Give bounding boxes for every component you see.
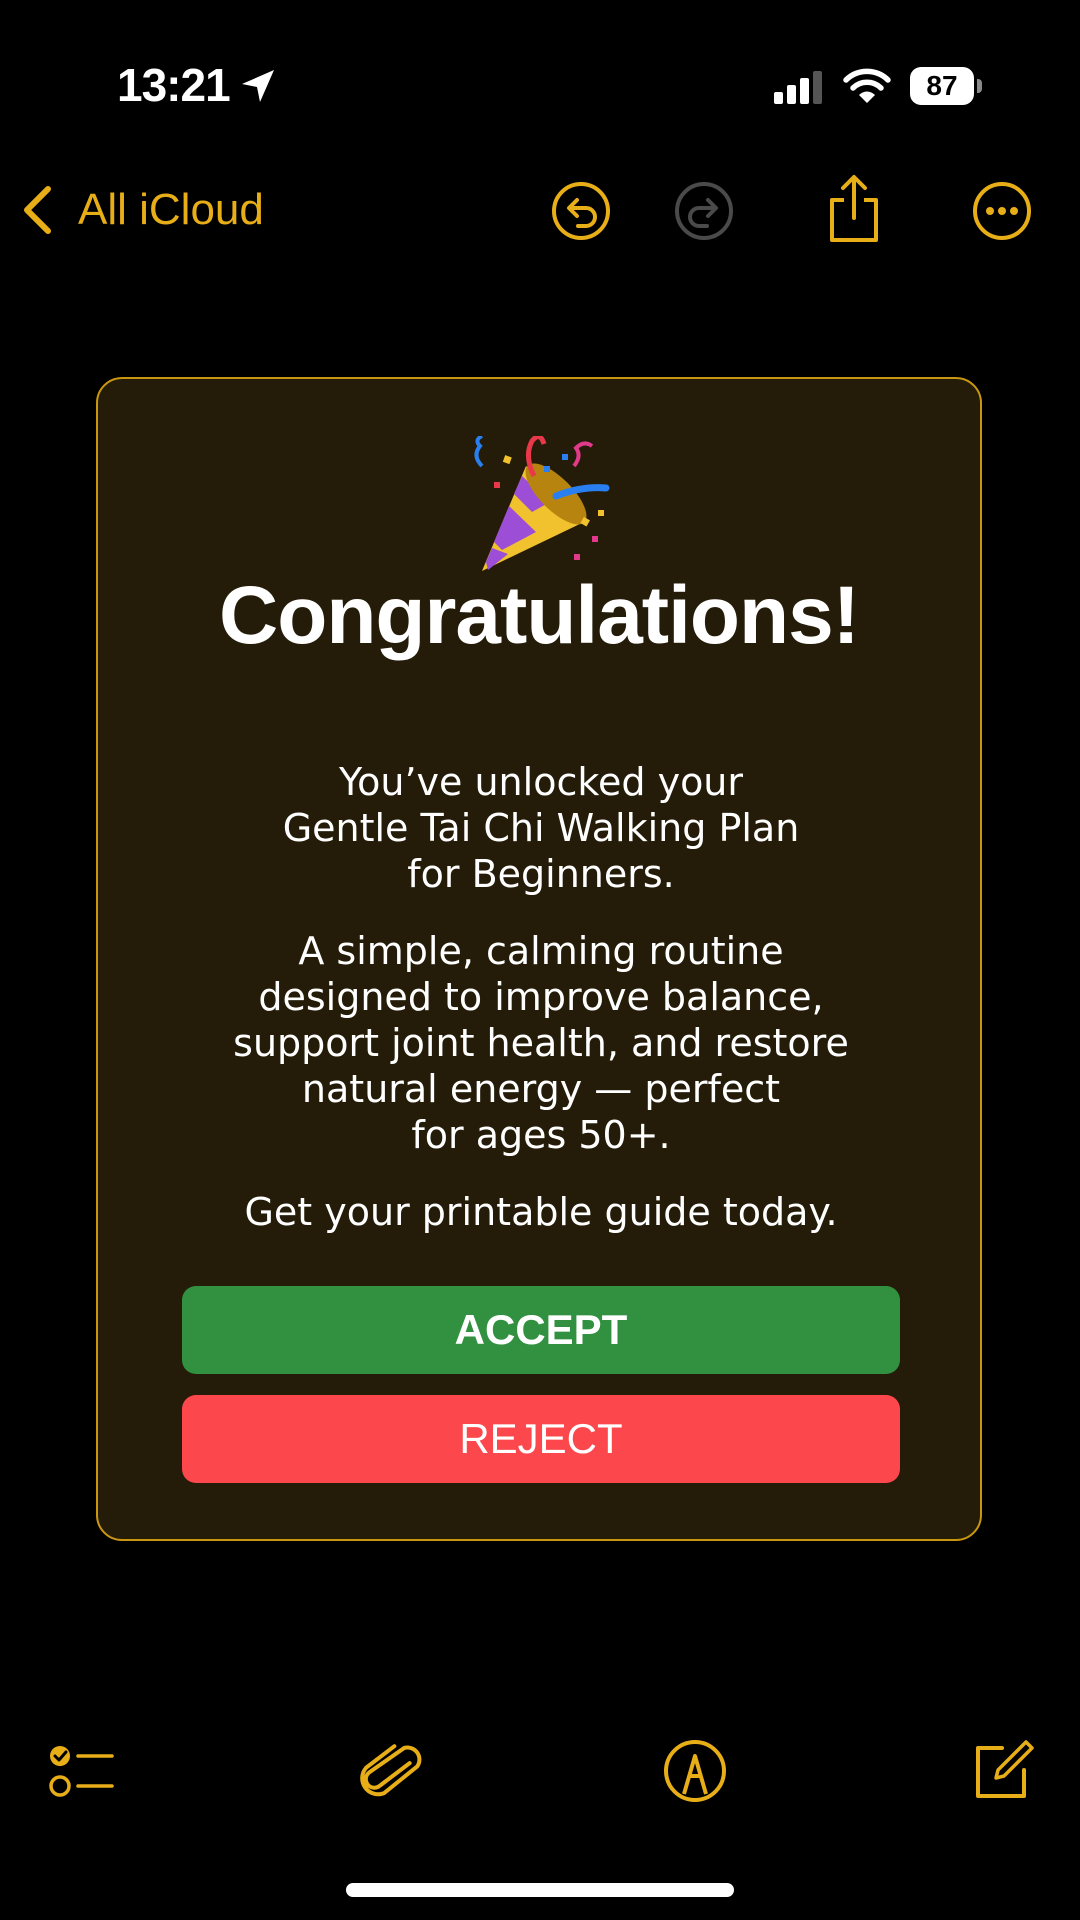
party-popper-icon <box>474 436 610 571</box>
share-icon[interactable] <box>824 174 884 244</box>
plan-description: A simple, calming routine designed to im… <box>233 929 849 1157</box>
status-bar: 13:21 87 <box>0 0 1080 175</box>
wifi-icon <box>843 68 891 103</box>
accept-button[interactable]: ACCEPT <box>182 1286 900 1374</box>
navigation-bar: All iCloud <box>0 170 1080 250</box>
chevron-left-icon <box>24 186 51 234</box>
back-button[interactable]: All iCloud <box>18 178 264 242</box>
call-to-action-text: Get your printable guide today. <box>244 1190 838 1234</box>
bottom-toolbar <box>0 1730 1080 1810</box>
reject-button[interactable]: REJECT <box>182 1395 900 1483</box>
checklist-icon[interactable] <box>48 1738 114 1804</box>
battery-icon: 87 <box>910 67 982 105</box>
battery-level: 87 <box>926 70 958 101</box>
cellular-signal-icon <box>774 71 822 104</box>
location-arrow-icon <box>242 70 274 102</box>
unlock-message: You’ve unlocked your Gentle Tai Chi Walk… <box>282 760 800 896</box>
status-time: 13:21 <box>117 59 231 111</box>
redo-icon[interactable] <box>673 180 735 242</box>
markup-icon[interactable] <box>662 1738 728 1804</box>
undo-icon[interactable] <box>550 180 612 242</box>
back-label: All iCloud <box>78 185 264 234</box>
promo-card: Congratulations! You’ve unlocked your Ge… <box>96 377 982 1541</box>
more-icon[interactable] <box>971 180 1033 242</box>
attachment-icon[interactable] <box>358 1738 424 1804</box>
congratulations-title: Congratulations! <box>219 570 860 661</box>
home-indicator[interactable] <box>346 1883 734 1897</box>
compose-icon[interactable] <box>968 1738 1034 1804</box>
